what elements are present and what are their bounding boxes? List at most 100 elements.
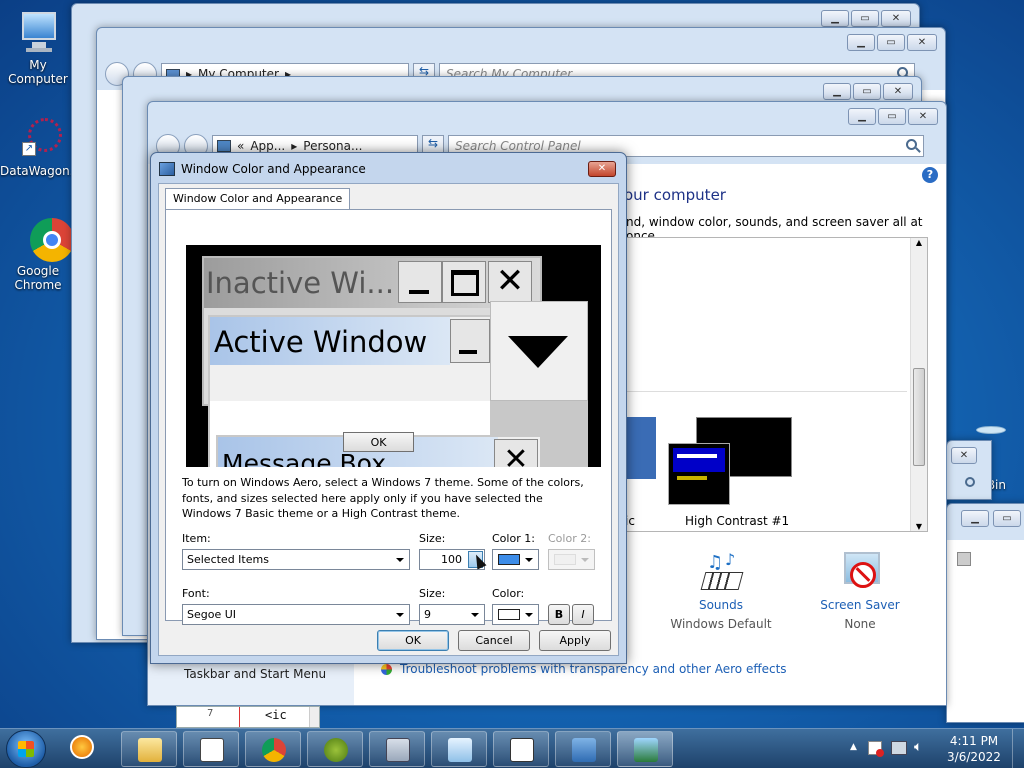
font-size-value: 9 xyxy=(424,608,431,621)
minimize-button[interactable]: ▁ xyxy=(823,83,851,100)
screen-saver-link[interactable]: Screen Saver xyxy=(808,598,912,612)
taskbar-explorer[interactable] xyxy=(121,731,177,767)
minimize-button[interactable]: ▁ xyxy=(848,108,876,125)
page-heading: our computer xyxy=(624,186,726,204)
item-select[interactable]: Selected Items xyxy=(182,549,410,570)
bold-button[interactable]: B xyxy=(548,604,570,625)
volume-icon[interactable]: 🔈︎ xyxy=(914,739,922,755)
clock-date[interactable]: 3/6/2022 xyxy=(944,750,1004,764)
font-label: Font: xyxy=(182,587,210,600)
troubleshoot-link[interactable]: Troubleshoot problems with transparency … xyxy=(400,662,787,676)
minimize-button[interactable]: ▁ xyxy=(847,34,875,51)
desktop-icon-google-chrome[interactable]: Google Chrome xyxy=(0,216,76,292)
help-icon[interactable]: ? xyxy=(922,167,938,183)
start-button[interactable] xyxy=(6,730,46,768)
close-button[interactable]: ✕ xyxy=(883,83,913,100)
partial-window-right-1[interactable]: ✕ xyxy=(946,440,992,500)
search-placeholder: Search Control Panel xyxy=(455,139,581,153)
screen-saver-item[interactable]: Screen Saver None xyxy=(808,550,912,631)
theme-list[interactable]: ic High Contrast #1 ▲ ▼ xyxy=(624,237,928,532)
breadcrumb-chevron-icon: ▸ xyxy=(291,139,298,153)
maximize-button[interactable]: ▭ xyxy=(853,83,881,100)
partial-window-right-2[interactable]: ▁ ▭ xyxy=(946,503,1024,723)
close-button[interactable]: ✕ xyxy=(951,447,977,464)
scroll-down-icon[interactable]: ▼ xyxy=(911,522,927,531)
taskbar-control-panel[interactable] xyxy=(555,731,611,767)
minimize-button[interactable]: ▁ xyxy=(961,510,989,527)
font-size-select[interactable]: 9 xyxy=(419,604,485,625)
chevron-down-icon xyxy=(471,613,479,617)
text-editor-icon xyxy=(200,738,224,762)
maximize-button[interactable]: ▭ xyxy=(993,510,1021,527)
control-panel-icon xyxy=(572,738,596,762)
clock-time[interactable]: 4:11 PM xyxy=(944,734,1004,748)
desktop-icon-my-computer[interactable]: My Computer xyxy=(0,10,76,86)
sounds-item[interactable]: ♫ ♪ Sounds Windows Default xyxy=(668,550,774,631)
taskbar-notepad[interactable] xyxy=(431,731,487,767)
dialog-close-button[interactable]: ✕ xyxy=(588,161,616,177)
minimize-button[interactable]: ▁ xyxy=(821,10,849,27)
cards-icon xyxy=(510,738,534,762)
maximize-button[interactable]: ▭ xyxy=(851,10,879,27)
font-select[interactable]: Segoe UI xyxy=(182,604,410,625)
font-color-picker[interactable] xyxy=(492,604,539,625)
calculator-icon xyxy=(386,738,410,762)
item-size-value: 100 xyxy=(441,553,462,566)
editor-scrollbar xyxy=(309,707,319,727)
media-player-icon xyxy=(70,735,94,759)
show-desktop-button[interactable] xyxy=(1012,729,1024,768)
taskbar-editor[interactable] xyxy=(183,731,239,767)
close-button[interactable]: ✕ xyxy=(881,10,911,27)
theme-thumbnail-front xyxy=(668,443,730,505)
taskbar-media-player[interactable] xyxy=(70,735,100,765)
chevron-down-icon xyxy=(525,613,533,617)
font-color-swatch xyxy=(498,609,520,620)
tab-window-color-appearance[interactable]: Window Color and Appearance xyxy=(165,188,351,210)
preview-inactive-minimize-icon xyxy=(398,261,442,303)
action-center-icon[interactable] xyxy=(868,741,884,757)
ok-button[interactable]: OK xyxy=(377,630,449,651)
desktop-icon-label: Google Chrome xyxy=(14,264,62,292)
color2-picker xyxy=(548,549,595,570)
taskbar-start-menu-link[interactable]: Taskbar and Start Menu xyxy=(184,667,326,681)
close-button[interactable]: ✕ xyxy=(908,108,938,125)
document-icon xyxy=(448,738,472,762)
chevron-down-icon xyxy=(525,558,533,562)
scroll-thumb[interactable] xyxy=(913,368,925,466)
dialog-title: Window Color and Appearance xyxy=(181,162,366,176)
taskbar-chrome[interactable] xyxy=(245,731,301,767)
tray-show-hidden-icon[interactable]: ▲ xyxy=(850,742,857,752)
sounds-link[interactable]: Sounds xyxy=(668,598,774,612)
network-icon[interactable] xyxy=(891,741,907,755)
dialog-panel: Window Color and Appearance Inactive Wi.… xyxy=(158,183,619,656)
desktop-icon-datawagon[interactable]: ↗ DataWagon... xyxy=(0,116,81,178)
window-color-appearance-dialog[interactable]: Window Color and Appearance ✕ Window Col… xyxy=(150,152,627,664)
taskbar-app-bug[interactable] xyxy=(307,731,363,767)
taskbar-calculator[interactable] xyxy=(369,731,425,767)
close-button[interactable]: ✕ xyxy=(907,34,937,51)
windows-logo-icon xyxy=(18,741,34,757)
maximize-button[interactable]: ▭ xyxy=(877,34,905,51)
italic-button[interactable]: I xyxy=(572,604,594,625)
theme-list-scrollbar[interactable]: ▲ ▼ xyxy=(910,238,927,531)
apply-button[interactable]: Apply xyxy=(539,630,611,651)
cancel-button[interactable]: Cancel xyxy=(458,630,530,651)
item-label: Item: xyxy=(182,532,211,545)
taskbar-personalization[interactable] xyxy=(617,731,673,767)
color1-swatch xyxy=(498,554,520,565)
maximize-button[interactable]: ▭ xyxy=(878,108,906,125)
theme-label-high-contrast: High Contrast #1 xyxy=(685,514,790,528)
item-size-stepper[interactable]: 100 xyxy=(419,549,487,570)
taskbar-solitaire[interactable] xyxy=(493,731,549,767)
preview-inactive-close-icon: ✕ xyxy=(488,261,532,303)
theme-high-contrast-1[interactable] xyxy=(668,417,792,509)
scroll-up-icon[interactable]: ▲ xyxy=(911,238,927,247)
desktop-icon-label: My Computer xyxy=(8,58,68,86)
breadcrumb-appearance[interactable]: App... xyxy=(250,139,285,153)
preview-scrollbar-down-icon xyxy=(490,301,588,401)
theme-thumbnail-partial[interactable] xyxy=(625,417,656,479)
appearance-preview[interactable]: Inactive Wi... ✕ Active Window Message B… xyxy=(186,245,601,467)
preview-active-minimize-icon xyxy=(450,319,490,363)
breadcrumb-personalization[interactable]: Persona... xyxy=(303,139,362,153)
color1-picker[interactable] xyxy=(492,549,539,570)
